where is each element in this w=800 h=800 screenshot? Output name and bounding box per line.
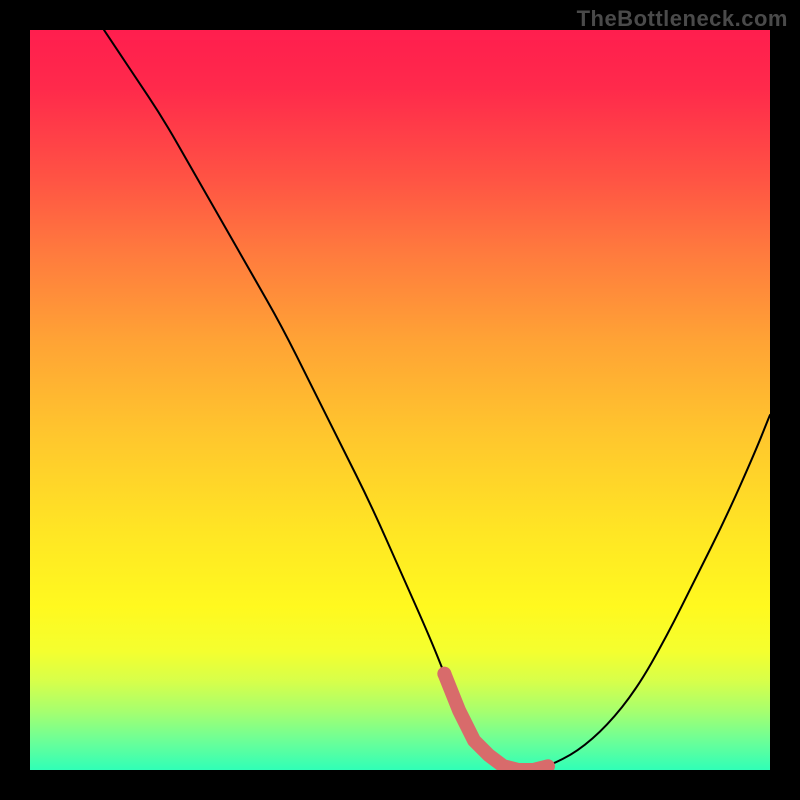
highlight-region	[437, 667, 548, 770]
highlight-stroke	[444, 674, 548, 770]
bottleneck-curve	[104, 30, 770, 770]
watermark-text: TheBottleneck.com	[577, 6, 788, 32]
chart-container: TheBottleneck.com	[0, 0, 800, 800]
chart-svg	[30, 30, 770, 770]
